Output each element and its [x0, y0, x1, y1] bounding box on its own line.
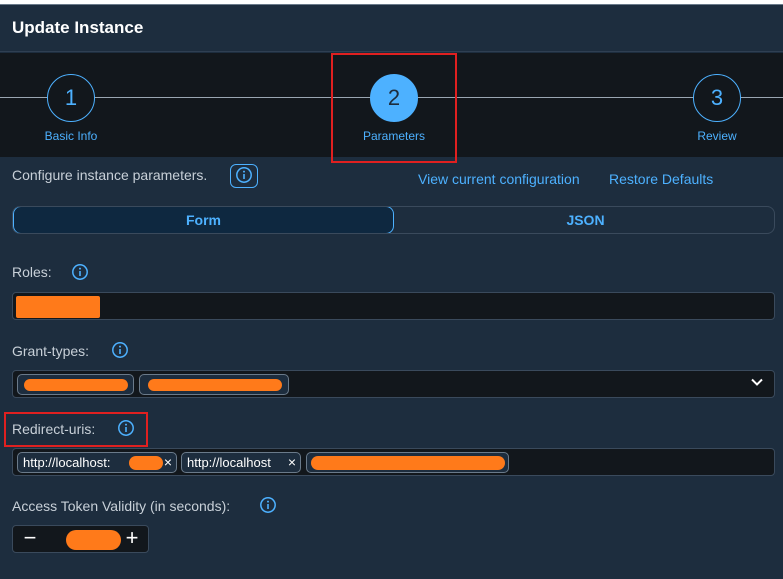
- redirect-uri-token-1[interactable]: http://localhost: ×: [17, 452, 177, 473]
- step-label-basic-info: Basic Info: [44, 129, 98, 143]
- grant-types-label: Grant-types:: [12, 343, 90, 359]
- redirect-uris-multiinput[interactable]: http://localhost: × http://localhost ×: [12, 448, 775, 476]
- redacted-port-1: [129, 456, 163, 470]
- step-number-2: 2: [370, 74, 418, 122]
- access-token-validity-stepper: − +: [12, 525, 149, 553]
- view-current-configuration-link[interactable]: View current configuration: [418, 171, 580, 187]
- chevron-down-icon[interactable]: [750, 375, 764, 389]
- restore-defaults-link[interactable]: Restore Defaults: [609, 171, 713, 187]
- grant-type-token-2[interactable]: [139, 374, 289, 395]
- roles-info-icon[interactable]: [71, 263, 89, 281]
- remove-token-2-icon[interactable]: ×: [288, 453, 296, 472]
- increment-button[interactable]: +: [117, 526, 147, 552]
- dialog-title: Update Instance: [12, 18, 144, 37]
- wizard-progress: 1 Basic Info 2 Parameters 3 Review: [0, 53, 783, 157]
- tab-form[interactable]: Form: [13, 207, 394, 233]
- grant-type-token-1[interactable]: [17, 374, 134, 395]
- roles-input[interactable]: [12, 292, 775, 320]
- roles-label: Roles:: [12, 264, 52, 280]
- redirect-uris-info-icon[interactable]: [117, 419, 135, 437]
- params-description: Configure instance parameters.: [12, 167, 208, 183]
- redacted-validity-value[interactable]: [66, 530, 121, 550]
- step-number-3: 3: [693, 74, 741, 122]
- wizard-step-parameters[interactable]: 2 Parameters: [334, 74, 454, 143]
- decrement-button[interactable]: −: [15, 526, 45, 552]
- wizard-step-review[interactable]: 3 Review: [657, 74, 777, 143]
- dialog-header: Update Instance: [0, 5, 783, 52]
- redirect-uri-token-1-text: http://localhost:: [23, 455, 111, 470]
- grant-types-info-icon[interactable]: [111, 341, 129, 359]
- info-icon: [236, 167, 252, 183]
- redacted-grant-type-2: [148, 379, 282, 391]
- redacted-role-value: [16, 296, 100, 318]
- form-json-toggle: Form JSON: [12, 206, 775, 234]
- wizard-step-basic-info[interactable]: 1 Basic Info: [11, 74, 131, 143]
- grant-types-multiselect[interactable]: [12, 370, 775, 398]
- access-token-validity-info-icon[interactable]: [259, 496, 277, 514]
- redacted-uri-3: [311, 456, 505, 470]
- redacted-grant-type-1: [24, 379, 128, 391]
- redirect-uri-token-2[interactable]: http://localhost ×: [181, 452, 301, 473]
- access-token-validity-label: Access Token Validity (in seconds):: [12, 498, 231, 514]
- step-label-parameters: Parameters: [362, 129, 426, 143]
- tab-json[interactable]: JSON: [395, 207, 774, 233]
- step-label-review: Review: [697, 129, 737, 143]
- redirect-uri-token-3[interactable]: [306, 452, 509, 473]
- redirect-uri-token-2-text: http://localhost: [187, 455, 271, 470]
- redirect-uris-label: Redirect-uris:: [12, 421, 96, 437]
- remove-token-1-icon[interactable]: ×: [164, 453, 172, 472]
- description-info-button[interactable]: [230, 164, 258, 188]
- step-number-1: 1: [47, 74, 95, 122]
